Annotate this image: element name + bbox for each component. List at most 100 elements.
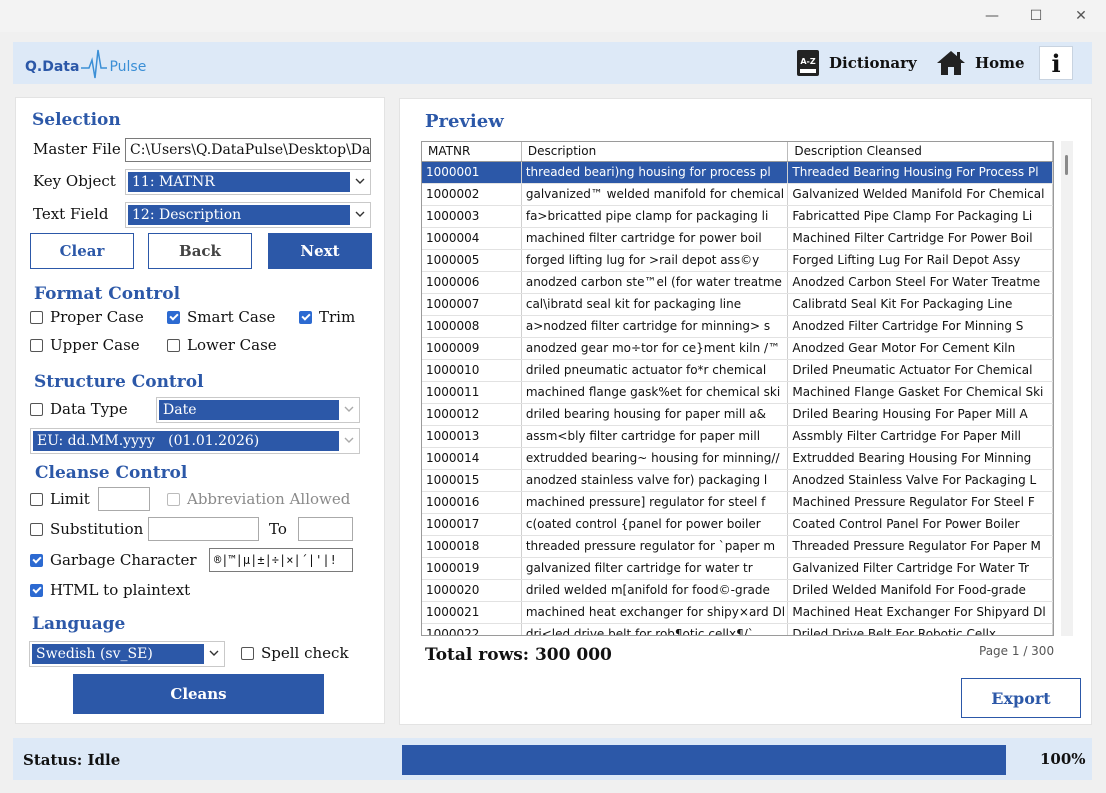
home-button[interactable]: Home — [935, 48, 1025, 78]
text-field-select[interactable]: 12: Description — [125, 202, 371, 228]
master-file-field[interactable]: C:\Users\Q.DataPulse\Desktop\Da — [125, 138, 371, 162]
app-header: Q.Data Pulse A-Z Dictionary Home i — [13, 42, 1092, 84]
table-row[interactable]: 1000017 c(oated control {panel for power … — [422, 514, 1053, 536]
trim-checkbox[interactable]: Trim — [299, 308, 355, 326]
table-row[interactable]: 1000015 anodzed stainless valve for) pack… — [422, 470, 1053, 492]
data-type-checkbox[interactable]: Data Type — [30, 400, 128, 418]
checkbox-box — [167, 492, 180, 506]
checkbox-box — [30, 522, 43, 536]
table-row[interactable]: 1000013 assm<bly filter cartridge for pap… — [422, 426, 1053, 448]
page-indicator: Page 1 / 300 — [979, 644, 1055, 658]
table-row[interactable]: 1000005 forged lifting lug for >rail depo… — [422, 250, 1053, 272]
next-button[interactable]: Next — [268, 233, 372, 269]
substitution-checkbox[interactable]: Substitution — [30, 520, 143, 538]
table-row[interactable]: 1000021 machined heat exchanger for shipy… — [422, 602, 1053, 624]
table-row[interactable]: 1000006 anodzed carbon ste™el (for water … — [422, 272, 1053, 294]
table-row[interactable]: 1000022 dri<led drive belt for rob¶otic c… — [422, 624, 1053, 635]
cell-matnr: 1000021 — [422, 602, 522, 623]
cell-description: driled bearing housing for paper mill a& — [522, 404, 789, 425]
table-row[interactable]: 1000019 galvanized filter cartridge for w… — [422, 558, 1053, 580]
smart-case-checkbox[interactable]: Smart Case — [167, 308, 275, 326]
table-row[interactable]: 1000007 cal\ibratd seal kit for packaging… — [422, 294, 1053, 316]
column-header-description[interactable]: Description — [522, 142, 789, 161]
scrollbar-thumb[interactable] — [1065, 155, 1068, 175]
proper-case-label: Proper Case — [50, 308, 144, 326]
cell-description: threaded pressure regulator for `paper m — [522, 536, 789, 557]
table-row[interactable]: 1000010 driled pneumatic actuator fo*r ch… — [422, 360, 1053, 382]
table-row[interactable]: 1000004 machined filter cartridge for pow… — [422, 228, 1053, 250]
back-button[interactable]: Back — [148, 233, 252, 269]
trim-label: Trim — [319, 308, 356, 326]
table-row[interactable]: 1000002 galvanized™ welded manifold for c… — [422, 184, 1053, 206]
chevron-down-icon — [209, 650, 219, 656]
checkbox-box-checked — [30, 553, 43, 567]
limit-checkbox[interactable]: Limit — [30, 490, 90, 508]
checkbox-box — [241, 646, 254, 660]
clear-button[interactable]: Clear — [30, 233, 134, 269]
cell-description: a>nodzed filter cartridge for minning> s — [522, 316, 789, 337]
cell-matnr: 1000012 — [422, 404, 522, 425]
minimize-button[interactable]: — — [980, 6, 1004, 26]
garbage-character-label: Garbage Character — [50, 551, 197, 569]
lower-case-checkbox[interactable]: Lower Case — [167, 336, 277, 354]
table-row[interactable]: 1000014 extrudded bearing~ housing for mi… — [422, 448, 1053, 470]
table-row[interactable]: 1000001 threaded beari)ng housing for pro… — [422, 162, 1053, 184]
table-row[interactable]: 1000011 machined flange gask%et for chemi… — [422, 382, 1053, 404]
cell-description-cleansed: Driled Welded Manifold For Food-grade — [788, 580, 1053, 601]
dictionary-button[interactable]: A-Z Dictionary — [795, 48, 917, 78]
cell-matnr: 1000018 — [422, 536, 522, 557]
proper-case-checkbox[interactable]: Proper Case — [30, 308, 144, 326]
table-row[interactable]: 1000016 machined pressure] regulator for … — [422, 492, 1053, 514]
settings-panel: Selection Master File C:\Users\Q.DataPul… — [15, 97, 385, 724]
html-to-plaintext-label: HTML to plaintext — [50, 581, 191, 599]
cell-description: assm<bly filter cartridge for paper mill — [522, 426, 789, 447]
maximize-button[interactable]: ☐ — [1024, 6, 1048, 26]
substitution-to-input[interactable] — [298, 517, 353, 541]
cell-description-cleansed: Coated Control Panel For Power Boiler — [788, 514, 1053, 535]
language-select[interactable]: Swedish (sv_SE) — [29, 641, 225, 667]
limit-input[interactable] — [98, 487, 150, 511]
cell-description-cleansed: Threaded Bearing Housing For Process Pl — [788, 162, 1053, 183]
data-type-select[interactable]: Date — [156, 397, 360, 423]
table-body: 1000001 threaded beari)ng housing for pro… — [422, 162, 1053, 635]
cell-matnr: 1000002 — [422, 184, 522, 205]
table-row[interactable]: 1000008 a>nodzed filter cartridge for min… — [422, 316, 1053, 338]
checkbox-box — [30, 492, 43, 506]
substitution-from-input[interactable] — [148, 517, 259, 541]
checkbox-box-checked — [299, 310, 312, 324]
to-label: To — [269, 520, 287, 538]
table-row[interactable]: 1000009 anodzed gear mo÷tor for ce}ment k… — [422, 338, 1053, 360]
table-row[interactable]: 1000020 driled welded m[anifold for food©… — [422, 580, 1053, 602]
cell-matnr: 1000006 — [422, 272, 522, 293]
html-to-plaintext-checkbox[interactable]: HTML to plaintext — [30, 581, 190, 599]
preview-title: Preview — [425, 111, 504, 132]
table-row[interactable]: 1000012 driled bearing housing for paper … — [422, 404, 1053, 426]
garbage-character-input[interactable]: ®|™|µ|±|÷|×|´|'|! — [209, 548, 353, 572]
abbreviation-allowed-checkbox[interactable]: Abbreviation Allowed — [167, 490, 350, 508]
column-header-matnr[interactable]: MATNR — [422, 142, 522, 161]
cell-matnr: 1000008 — [422, 316, 522, 337]
chevron-down-icon — [344, 406, 354, 412]
cleans-button[interactable]: Cleans — [73, 674, 324, 714]
checkbox-box — [167, 338, 180, 352]
total-rows-label: Total rows: 300 000 — [425, 645, 612, 665]
cell-matnr: 1000017 — [422, 514, 522, 535]
cell-description-cleansed: Driled Bearing Housing For Paper Mill A — [788, 404, 1053, 425]
table-row[interactable]: 1000018 threaded pressure regulator for `… — [422, 536, 1053, 558]
table-scrollbar[interactable] — [1061, 141, 1073, 636]
garbage-character-checkbox[interactable]: Garbage Character — [30, 551, 197, 569]
progress-percent: 100% — [1040, 750, 1086, 768]
close-button[interactable]: ✕ — [1069, 6, 1093, 26]
info-button[interactable]: i — [1039, 46, 1073, 80]
column-header-description-cleansed[interactable]: Description Cleansed — [788, 142, 1053, 161]
key-object-select[interactable]: 11: MATNR — [125, 169, 371, 195]
table-row[interactable]: 1000003 fa>bricatted pipe clamp for packa… — [422, 206, 1053, 228]
upper-case-checkbox[interactable]: Upper Case — [30, 336, 140, 354]
preview-table[interactable]: MATNR Description Description Cleansed 1… — [421, 141, 1054, 636]
export-button[interactable]: Export — [961, 678, 1081, 718]
spell-check-checkbox[interactable]: Spell check — [241, 644, 349, 662]
date-format-select[interactable]: EU: dd.MM.yyyy (01.01.2026) — [30, 428, 360, 454]
dictionary-icon: A-Z — [797, 50, 819, 76]
cell-description-cleansed: Galvanized Welded Manifold For Chemical — [788, 184, 1053, 205]
smart-case-label: Smart Case — [187, 308, 276, 326]
